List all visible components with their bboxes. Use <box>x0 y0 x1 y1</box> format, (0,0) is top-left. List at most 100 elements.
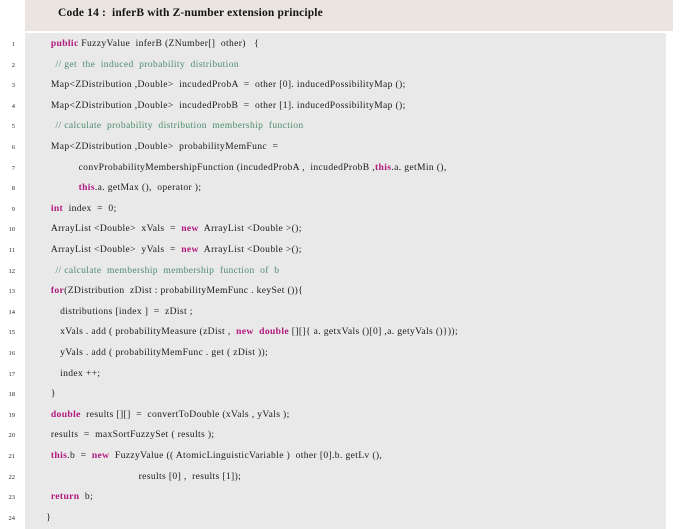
code-keyword: this <box>375 161 392 173</box>
code-line-text: // get the induced probability distribut… <box>55 59 239 70</box>
line-number: 6 <box>11 144 15 151</box>
line-number: 17 <box>8 370 16 378</box>
code-line: Map<ZDistribution ,Double> incudedProbB … <box>25 95 666 116</box>
code-text: b; <box>79 491 94 503</box>
code-text: results [][] = convertToDouble (xVals , … <box>80 408 290 420</box>
code-keyword: new <box>181 223 199 235</box>
code-comment: // calculate membership membership funct… <box>55 264 280 276</box>
code-line: // calculate probability distribution me… <box>25 115 666 136</box>
code-line-text: } <box>46 512 51 523</box>
code-text: index ++; <box>60 367 101 379</box>
code-text: FuzzyValue (( AtomicLinguisticVariable )… <box>109 450 383 461</box>
line-number: 20 <box>8 432 16 440</box>
code-line: xVals . add ( probabilityMeasure (zDist … <box>25 321 666 342</box>
code-text: results = maxSortFuzzySet ( results ); <box>50 429 215 441</box>
code-line-text: ArrayList <Double> xVals = new ArrayList… <box>51 223 302 234</box>
code-line: return b; <box>25 486 666 507</box>
code-line-text: yVals . add ( probabilityMemFunc . get (… <box>60 347 268 358</box>
code-line: double results [][] = convertToDouble (x… <box>25 404 666 425</box>
line-number: 19 <box>8 411 16 419</box>
code-line: ArrayList <Double> yVals = new ArrayList… <box>25 239 666 260</box>
code-keyword: public <box>50 38 79 49</box>
code-text: (ZDistribution zDist : probabilityMemFun… <box>64 285 304 297</box>
code-text: ArrayList <Double >(); <box>198 223 302 235</box>
code-text: } <box>46 511 52 523</box>
line-number: 16 <box>8 350 16 357</box>
code-line: yVals . add ( probabilityMemFunc . get (… <box>25 342 666 363</box>
code-text: index = 0; <box>63 202 117 214</box>
code-text: yVals . add ( probabilityMemFunc . get (… <box>60 347 269 358</box>
code-line-text: // calculate membership membership funct… <box>55 265 279 276</box>
code-line-text: Map<ZDistribution ,Double> incudedProbB … <box>51 100 406 111</box>
code-line-text: distributions [index ] = zDist ; <box>60 306 193 317</box>
code-text: Map<ZDistribution ,Double> incudedProbB … <box>50 99 406 111</box>
code-listing-caption: Code 14 : inferB with Z-number extension… <box>58 7 323 19</box>
code-keyword: return <box>50 491 80 503</box>
code-line: // calculate membership membership funct… <box>25 260 666 281</box>
code-line-text: Map<ZDistribution ,Double> incudedProbA … <box>51 79 406 90</box>
line-number: 4 <box>11 102 15 110</box>
code-line-text: results = maxSortFuzzySet ( results ); <box>51 429 215 440</box>
code-text: ArrayList <Double >(); <box>198 244 302 255</box>
code-line: } <box>25 507 666 528</box>
code-line: this.a. getMax (), operator ); <box>25 177 666 198</box>
code-line-text: ArrayList <Double> yVals = new ArrayList… <box>51 244 302 255</box>
code-line-text: return b; <box>51 491 93 502</box>
line-number: 14 <box>8 308 16 316</box>
code-comment: // get the induced probability distribut… <box>55 58 239 70</box>
code-text: results [0] , results [1]); <box>138 470 242 482</box>
code-line: public FuzzyValue inferB (ZNumber[] othe… <box>25 33 666 54</box>
line-number: 7 <box>11 164 15 172</box>
code-line: ArrayList <Double> xVals = new ArrayList… <box>25 218 666 239</box>
line-number: 5 <box>11 123 15 131</box>
line-number: 1 <box>11 41 15 48</box>
code-keyword: double <box>50 408 81 420</box>
code-line: // get the induced probability distribut… <box>25 54 666 75</box>
code-text: convProbabilityMembershipFunction (incud… <box>78 161 375 173</box>
line-number: 9 <box>11 205 15 213</box>
line-number: 11 <box>8 247 15 254</box>
code-line-text: double results [][] = convertToDouble (x… <box>51 409 290 420</box>
code-line-text: index ++; <box>60 368 100 379</box>
line-number: 3 <box>11 82 15 90</box>
code-line-text: for(ZDistribution zDist : probabilityMem… <box>51 285 303 296</box>
code-text: .b = <box>67 450 92 461</box>
code-text: [][]{ a. getxVals ()[0] ,a. getyVals ()}… <box>288 326 458 338</box>
code-text: Map<ZDistribution ,Double> incudedProbA … <box>50 79 406 91</box>
code-line-text: this.b = new FuzzyValue (( AtomicLinguis… <box>51 450 382 461</box>
code-text: } <box>50 388 56 400</box>
code-line: Map<ZDistribution ,Double> incudedProbA … <box>25 74 666 95</box>
code-line-text: convProbabilityMembershipFunction (incud… <box>79 162 447 173</box>
code-text: ArrayList <Double> xVals = <box>50 223 182 235</box>
line-number: 12 <box>8 267 16 275</box>
line-number-gutter: 1 2 3 4 5 6 7 8 9 10 11 12 13 14 15 16 17 18 19 20 21 22 23 24 <box>0 33 25 529</box>
code-text: xVals . add ( probabilityMeasure (zDist … <box>60 326 237 338</box>
code-keyword: new double <box>236 326 289 338</box>
code-line: results = maxSortFuzzySet ( results ); <box>25 424 666 445</box>
code-line-text: xVals . add ( probabilityMeasure (zDist … <box>60 326 458 337</box>
code-text: .a. getMin (), <box>391 161 447 173</box>
code-line: this.b = new FuzzyValue (( AtomicLinguis… <box>25 445 666 466</box>
code-text: FuzzyValue inferB (ZNumber[] other) { <box>78 38 260 49</box>
line-number: 10 <box>8 226 16 234</box>
code-line-text: } <box>51 388 56 399</box>
code-line-text: results [0] , results [1]); <box>139 471 242 482</box>
code-text: Map<ZDistribution ,Double> probabilityMe… <box>50 141 279 152</box>
code-line-text: Map<ZDistribution ,Double> probabilityMe… <box>51 141 278 152</box>
code-line: for(ZDistribution zDist : probabilityMem… <box>25 280 666 301</box>
code-keyword: new <box>181 244 199 255</box>
code-keyword: int <box>50 202 64 214</box>
code-line: } <box>25 383 666 404</box>
code-line: Map<ZDistribution ,Double> probabilityMe… <box>25 136 666 157</box>
line-number: 18 <box>8 391 16 399</box>
code-text: distributions [index ] = zDist ; <box>60 305 193 317</box>
code-line: convProbabilityMembershipFunction (incud… <box>25 157 666 178</box>
line-number: 13 <box>8 288 16 296</box>
line-number: 24 <box>8 514 16 522</box>
code-keyword: for <box>50 285 65 297</box>
code-comment: // calculate probability distribution me… <box>55 120 304 132</box>
code-listing-caption-band: Code 14 : inferB with Z-number extension… <box>25 0 673 31</box>
code-keyword: this <box>78 182 95 194</box>
code-line-text: int index = 0; <box>51 203 117 214</box>
line-number: 8 <box>11 185 15 193</box>
